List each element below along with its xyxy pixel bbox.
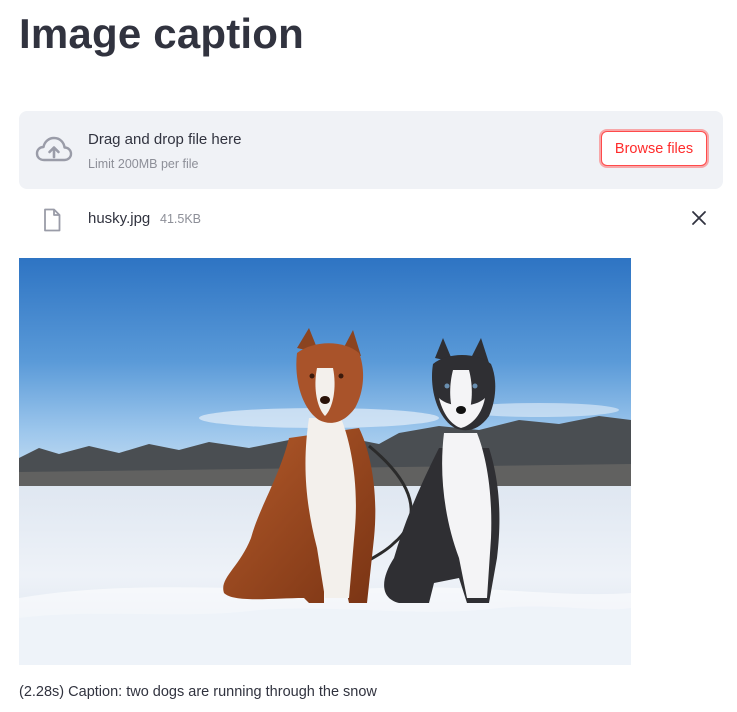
file-size: 41.5KB — [160, 212, 202, 226]
remove-file-button[interactable] — [687, 206, 711, 230]
cloud-upload-icon — [35, 136, 73, 162]
app-page: Image caption Drag and drop file here Li… — [0, 0, 737, 712]
file-dropzone[interactable]: Drag and drop file here Limit 200MB per … — [19, 111, 723, 189]
dropzone-instructions: Drag and drop file here — [88, 131, 242, 148]
uploaded-image — [19, 258, 631, 665]
file-name: husky.jpg — [88, 210, 151, 227]
browse-files-button[interactable]: Browse files — [601, 131, 707, 166]
page-title: Image caption — [19, 10, 304, 57]
uploaded-file-item: husky.jpg 41.5KB — [19, 200, 723, 238]
file-icon — [44, 208, 61, 232]
caption-result: (2.28s) Caption: two dogs are running th… — [19, 684, 377, 700]
close-icon — [692, 211, 706, 225]
file-size-limit: Limit 200MB per file — [88, 157, 199, 171]
